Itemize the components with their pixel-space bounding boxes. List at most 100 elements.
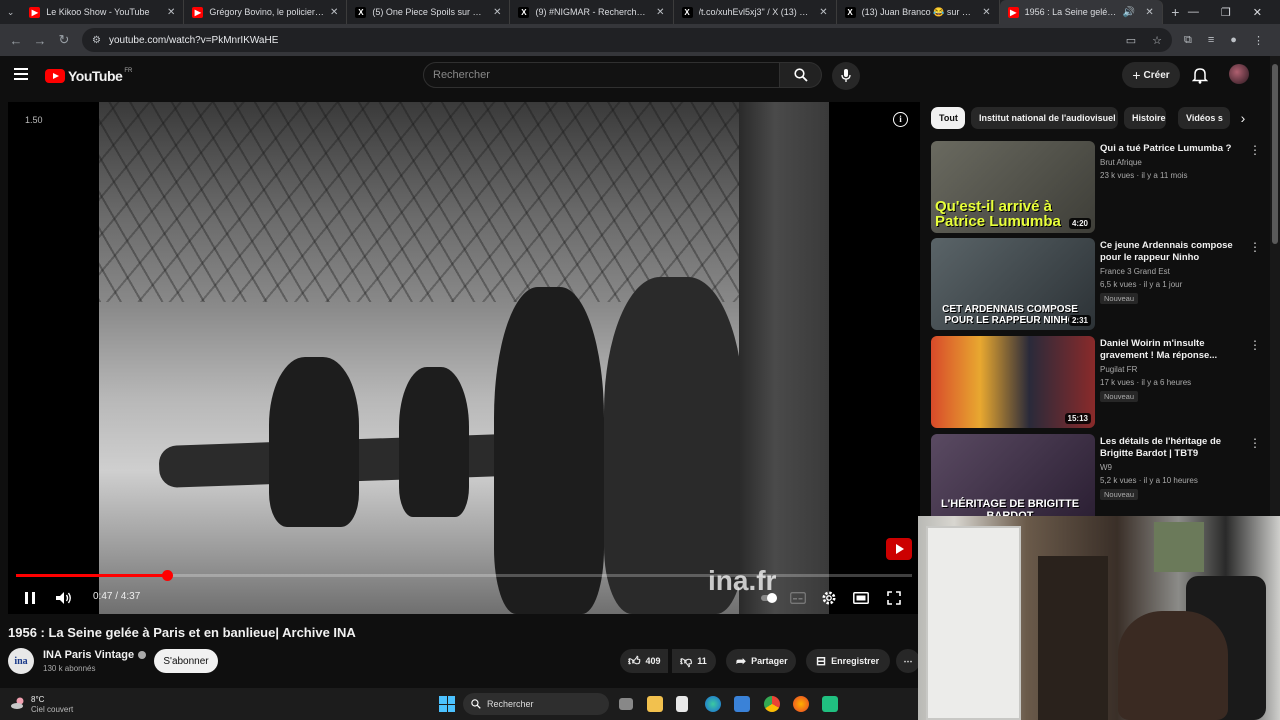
recommendation-item[interactable]: L'HÉRITAGE DE BRIGITTE BARDOT Les détail… <box>931 434 1261 526</box>
browser-menu-icon[interactable]: ⋮ <box>1253 34 1264 47</box>
browser-tab-active[interactable]: ▶ 1956 : La Seine gelée à Paris 🔊 ✕ <box>999 0 1163 24</box>
app-icon[interactable] <box>822 696 838 712</box>
chip-ina[interactable]: Institut national de l'audiovisuel <box>971 107 1118 129</box>
more-vertical-icon[interactable]: ⋮ <box>1249 241 1261 253</box>
more-vertical-icon[interactable]: ⋮ <box>1249 339 1261 351</box>
info-icon[interactable]: i <box>893 112 908 127</box>
weather-temperature[interactable]: 8°C <box>31 695 44 704</box>
settings-button[interactable] <box>820 588 838 608</box>
theater-mode-button[interactable] <box>852 588 870 608</box>
bookmark-star-icon[interactable]: ☆ <box>1152 34 1162 47</box>
channel-name-text[interactable]: INA Paris Vintage <box>43 649 134 661</box>
scrollbar-thumb[interactable] <box>1272 64 1278 244</box>
progress-bar[interactable] <box>16 570 912 581</box>
close-tab-icon[interactable]: ✕ <box>493 7 501 18</box>
microsoft-store-icon[interactable] <box>734 696 750 712</box>
extensions-icon[interactable]: ⧉ <box>1184 34 1192 47</box>
pause-button[interactable] <box>22 588 38 608</box>
video-player[interactable]: 1.50 i ina.fr 0:47 / 4:37 <box>8 102 920 614</box>
autoplay-toggle[interactable] <box>760 588 778 608</box>
recommendation-channel[interactable]: Pugilat FR <box>1100 365 1137 374</box>
close-tab-icon[interactable]: ✕ <box>1145 7 1153 18</box>
dislike-button[interactable]: 👎︎ 11 <box>672 649 716 673</box>
video-frame[interactable] <box>99 102 829 614</box>
file-explorer-icon[interactable] <box>647 696 663 712</box>
tab-search-chevron-icon[interactable]: ⌄ <box>0 0 21 24</box>
chevron-right-icon[interactable]: › <box>1236 110 1250 126</box>
more-actions-button[interactable]: ⋯ <box>896 649 920 673</box>
media-controls-icon[interactable]: ≡ <box>1208 34 1214 47</box>
weather-description[interactable]: Ciel couvert <box>31 705 73 714</box>
search-input[interactable]: Rechercher <box>423 62 780 88</box>
create-button[interactable]: + Créer <box>1122 62 1180 88</box>
recommendation-item[interactable]: Qu'est-il arrivé à Patrice Lumumba 4:20 … <box>931 141 1261 233</box>
thumbnail[interactable]: 15:13 <box>931 336 1095 428</box>
channel-name[interactable]: INA Paris Vintage <box>43 649 147 661</box>
youtube-logo[interactable]: YouTube FR <box>45 68 132 84</box>
browser-tab[interactable]: X /t.co/xuhEvl5xj3" / X فتحي (13) ✕ <box>674 0 837 24</box>
thumbnail[interactable]: L'HÉRITAGE DE BRIGITTE BARDOT <box>931 434 1095 526</box>
back-arrow-icon[interactable]: ← <box>4 33 28 48</box>
more-vertical-icon[interactable]: ⋮ <box>1249 144 1261 156</box>
recommendation-channel[interactable]: Brut Afrique <box>1100 158 1142 167</box>
account-avatar[interactable] <box>1229 64 1249 84</box>
chrome-icon[interactable] <box>764 696 780 712</box>
browser-tab[interactable]: ▶ Grégory Bovino, le policier qui ✕ <box>184 0 348 24</box>
voice-search-button[interactable] <box>832 62 860 90</box>
chip-all[interactable]: Tout <box>931 107 965 129</box>
thumbnail[interactable]: Qu'est-il arrivé à Patrice Lumumba 4:20 <box>931 141 1095 233</box>
save-button[interactable]: ⊟ Enregistrer <box>806 649 890 673</box>
url-bar[interactable]: ⚙ youtube.com/watch?v=PkMnrIKWaHE ▭ ☆ <box>82 28 1172 52</box>
close-tab-icon[interactable]: ✕ <box>330 7 338 18</box>
forward-arrow-icon[interactable]: → <box>28 33 52 48</box>
browser-tab[interactable]: X (5) One Piece Spoils sur X : "#O ✕ <box>347 0 511 24</box>
recommendation-title[interactable]: Qui a tué Patrice Lumumba ? <box>1100 143 1240 155</box>
subscribe-button[interactable]: S'abonner <box>154 649 218 673</box>
more-vertical-icon[interactable]: ⋮ <box>1249 437 1261 449</box>
close-tab-icon[interactable]: ✕ <box>819 7 827 18</box>
search-button[interactable] <box>780 62 822 88</box>
minimize-button[interactable]: — <box>1188 6 1199 19</box>
recommendation-channel[interactable]: W9 <box>1100 463 1112 472</box>
reload-icon[interactable]: ↻ <box>52 32 76 48</box>
edge-browser-icon[interactable] <box>705 696 721 712</box>
close-window-button[interactable]: ✕ <box>1253 6 1262 19</box>
close-tab-icon[interactable]: ✕ <box>656 7 664 18</box>
menu-icon[interactable] <box>14 68 28 80</box>
task-view-icon[interactable] <box>619 698 633 710</box>
volume-button[interactable] <box>54 588 74 608</box>
share-button[interactable]: ➦ Partager <box>726 649 796 673</box>
new-tab-button[interactable]: + <box>1163 4 1188 20</box>
subtitles-button[interactable] <box>789 588 807 608</box>
notifications-bell-icon[interactable] <box>1192 66 1208 84</box>
close-tab-icon[interactable]: ✕ <box>167 7 175 18</box>
browser-tab[interactable]: X (13) Juan Branco 😂 sur X : "@ ✕ <box>837 0 1000 24</box>
channel-branding-icon[interactable] <box>886 538 912 560</box>
channel-avatar[interactable]: ina <box>8 648 34 674</box>
profile-icon[interactable]: ● <box>1230 34 1237 47</box>
recommendation-channel[interactable]: France 3 Grand Est <box>1100 267 1170 276</box>
weather-cloud-icon[interactable] <box>10 696 26 710</box>
fullscreen-button[interactable] <box>885 588 903 608</box>
browser-tab[interactable]: X (9) #NIGMAR - Recherche / X ✕ <box>510 0 674 24</box>
maximize-button[interactable]: ❐ <box>1221 6 1231 19</box>
cast-icon[interactable]: ▭ <box>1126 34 1136 47</box>
url-text[interactable]: youtube.com/watch?v=PkMnrIKWaHE <box>109 35 278 46</box>
notepad-icon[interactable] <box>676 696 688 712</box>
firefox-icon[interactable] <box>793 696 809 712</box>
windows-start-icon[interactable] <box>439 696 455 712</box>
recommendation-title[interactable]: Ce jeune Ardennais compose pour le rappe… <box>1100 240 1240 264</box>
like-button[interactable]: 👍︎ 409 <box>620 649 668 673</box>
recommendation-item[interactable]: 15:13 Daniel Woirin m'insulte gravement … <box>931 336 1261 428</box>
browser-tab[interactable]: ▶ Le Kikoo Show - YouTube ✕ <box>21 0 185 24</box>
thumbnail[interactable]: CET ARDENNAIS COMPOSE POUR LE RAPPEUR NI… <box>931 238 1095 330</box>
site-info-icon[interactable]: ⚙ <box>92 35 101 46</box>
close-tab-icon[interactable]: ✕ <box>982 7 990 18</box>
speaker-icon[interactable]: 🔊 <box>1123 7 1135 18</box>
recommendation-title[interactable]: Les détails de l'héritage de Brigitte Ba… <box>1100 436 1240 460</box>
recommendation-item[interactable]: CET ARDENNAIS COMPOSE POUR LE RAPPEUR NI… <box>931 238 1261 330</box>
chip-histoire[interactable]: Histoire <box>1124 107 1166 129</box>
taskbar-search-input[interactable]: Rechercher <box>463 693 609 715</box>
recommendation-title[interactable]: Daniel Woirin m'insulte gravement ! Ma r… <box>1100 338 1240 362</box>
chip-videos[interactable]: Vidéos s <box>1178 107 1230 129</box>
